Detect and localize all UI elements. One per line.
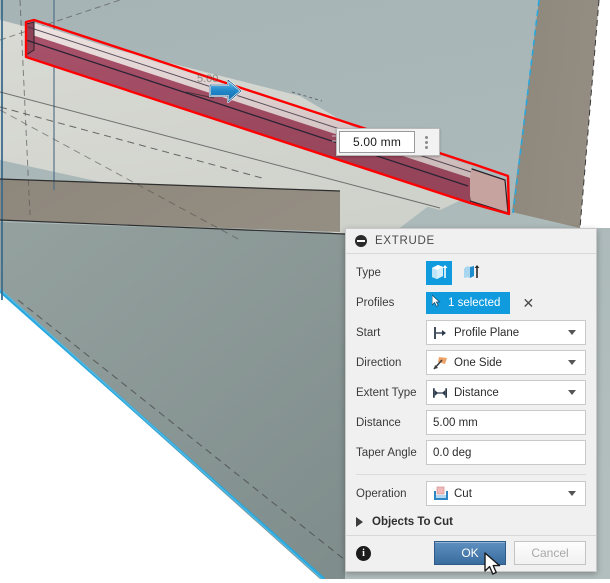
- objects-to-cut-label: Objects To Cut: [372, 515, 453, 528]
- row-operation: Operation Cut: [346, 479, 596, 509]
- row-distance: Distance 5.00 mm: [346, 408, 596, 438]
- row-direction: Direction One Side: [346, 348, 596, 378]
- row-extent-type: Extent Type Distance: [346, 378, 596, 408]
- direction-value: One Side: [454, 356, 502, 369]
- dialog-title: EXTRUDE: [375, 234, 435, 247]
- extent-type-dropdown[interactable]: Distance: [426, 380, 586, 406]
- row-profiles: Profiles 1 selected ✕: [346, 288, 596, 318]
- extent-type-value: Distance: [454, 386, 499, 399]
- label-profiles: Profiles: [356, 296, 395, 309]
- label-distance: Distance: [356, 416, 401, 429]
- objects-to-cut-expander[interactable]: Objects To Cut: [346, 509, 596, 535]
- start-dropdown[interactable]: Profile Plane: [426, 320, 586, 346]
- label-direction: Direction: [356, 356, 402, 369]
- vertical-dots-icon[interactable]: [415, 131, 437, 153]
- close-x-icon[interactable]: ✕: [522, 296, 534, 310]
- dialog-title-bar[interactable]: EXTRUDE: [346, 229, 596, 254]
- ok-button[interactable]: OK: [434, 541, 506, 566]
- dialog-body: Type Profiles 1 selected ✕ Start Profile…: [346, 254, 596, 535]
- chevron-down-icon[interactable]: [568, 491, 576, 497]
- cancel-button[interactable]: Cancel: [514, 541, 586, 566]
- profiles-selection-chip[interactable]: 1 selected: [426, 291, 511, 314]
- extrude-dialog[interactable]: EXTRUDE Type Profiles 1 selected ✕ Start…: [345, 228, 597, 572]
- label-extent-type: Extent Type: [356, 386, 417, 399]
- row-start: Start Profile Plane: [346, 318, 596, 348]
- chevron-down-icon[interactable]: [568, 330, 576, 336]
- distance-input[interactable]: 5.00 mm: [426, 410, 586, 436]
- label-type: Type: [356, 266, 381, 279]
- selection-cursor-icon: [431, 294, 442, 310]
- chevron-down-icon[interactable]: [568, 360, 576, 366]
- operation-dropdown[interactable]: Cut: [426, 481, 586, 507]
- svg-text:5.00: 5.00: [197, 73, 218, 85]
- surface-extrude-icon[interactable]: [458, 261, 484, 285]
- triangle-right-icon[interactable]: [356, 516, 363, 527]
- row-taper-angle: Taper Angle 0.0 deg: [346, 438, 596, 468]
- row-type: Type: [346, 258, 596, 288]
- profile-extrude-icon[interactable]: [426, 260, 452, 285]
- label-taper-angle: Taper Angle: [356, 446, 417, 459]
- start-value: Profile Plane: [454, 326, 520, 339]
- distance-manipulator[interactable]: 5.00 mm: [336, 128, 440, 156]
- direction-dropdown[interactable]: One Side: [426, 350, 586, 376]
- minus-circle-icon[interactable]: [355, 234, 367, 247]
- taper-angle-input[interactable]: 0.0 deg: [426, 440, 586, 466]
- profiles-chip-text: 1 selected: [448, 296, 501, 309]
- cut-operation-icon: [432, 486, 449, 501]
- dialog-footer: i OK Cancel: [346, 534, 596, 571]
- label-operation: Operation: [356, 487, 407, 500]
- one-side-arrow-icon: [432, 355, 449, 370]
- operation-value: Cut: [454, 487, 472, 500]
- distance-measure-icon: [432, 385, 449, 400]
- info-icon[interactable]: i: [356, 545, 371, 561]
- divider: [356, 473, 586, 475]
- distance-manipulator-input[interactable]: 5.00 mm: [339, 131, 415, 153]
- chevron-down-icon[interactable]: [568, 390, 576, 396]
- label-start: Start: [356, 326, 381, 339]
- profile-plane-icon: [432, 325, 449, 340]
